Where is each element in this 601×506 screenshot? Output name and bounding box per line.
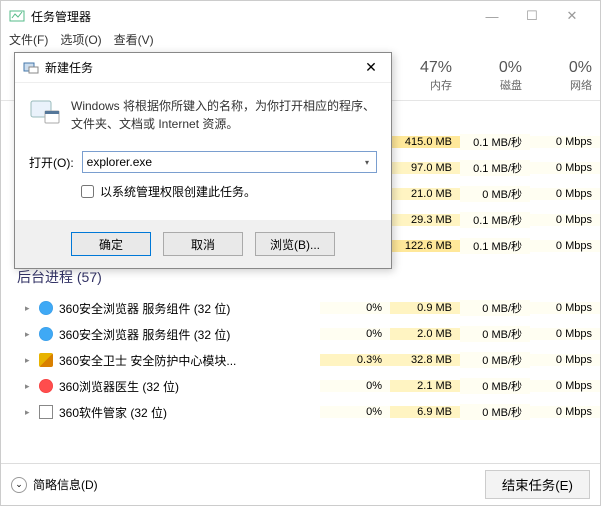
cpu-cell: 0% xyxy=(320,380,390,392)
open-combobox[interactable]: ▾ xyxy=(82,151,377,173)
memory-cell: 97.0 MB xyxy=(390,162,460,174)
table-row[interactable]: ▸360安全卫士 安全防护中心模块...0.3%32.8 MB0 MB/秒0 M… xyxy=(1,347,600,373)
dialog-close-button[interactable]: ✕ xyxy=(359,59,383,76)
new-task-dialog: 新建任务 ✕ Windows 将根据你所键入的名称，为你打开相应的程序、文件夹、… xyxy=(14,52,392,269)
table-row[interactable]: ▸360软件管家 (32 位)0%6.9 MB0 MB/秒0 Mbps xyxy=(1,399,600,425)
expand-icon[interactable]: ▸ xyxy=(25,355,33,366)
disk-cell: 0.1 MB/秒 xyxy=(460,134,530,150)
run-dialog-icon xyxy=(23,60,39,76)
disk-cell: 0.1 MB/秒 xyxy=(460,160,530,176)
disk-cell: 0.1 MB/秒 xyxy=(460,238,530,254)
disk-cell: 0 MB/秒 xyxy=(460,352,530,368)
cpu-cell: 0% xyxy=(320,406,390,418)
disk-header[interactable]: 0% 磁盘 xyxy=(460,51,530,100)
cancel-button[interactable]: 取消 xyxy=(163,232,243,256)
expand-icon[interactable]: ▸ xyxy=(25,407,33,418)
network-cell: 0 Mbps xyxy=(530,380,600,392)
disk-cell: 0 MB/秒 xyxy=(460,326,530,342)
network-cell: 0 Mbps xyxy=(530,354,600,366)
cpu-cell: 0% xyxy=(320,328,390,340)
cpu-cell: 0% xyxy=(320,302,390,314)
network-cell: 0 Mbps xyxy=(530,188,600,200)
process-name: ▸360安全浏览器 服务组件 (32 位) xyxy=(1,300,320,317)
process-icon xyxy=(39,353,53,367)
network-cell: 0 Mbps xyxy=(530,214,600,226)
disk-cell: 0 MB/秒 xyxy=(460,186,530,202)
network-cell: 0 Mbps xyxy=(530,302,600,314)
disk-cell: 0 MB/秒 xyxy=(460,300,530,316)
network-cell: 0 Mbps xyxy=(530,406,600,418)
memory-cell: 2.0 MB xyxy=(390,328,460,340)
dialog-title: 新建任务 xyxy=(45,59,359,76)
minimize-button[interactable]: — xyxy=(472,2,512,30)
memory-cell: 6.9 MB xyxy=(390,406,460,418)
disk-cell: 0 MB/秒 xyxy=(460,404,530,420)
memory-cell: 122.6 MB xyxy=(390,240,460,252)
expand-icon[interactable]: ▸ xyxy=(25,381,33,392)
admin-checkbox[interactable] xyxy=(81,185,94,198)
open-input[interactable] xyxy=(83,152,358,172)
network-cell: 0 Mbps xyxy=(530,162,600,174)
menu-view[interactable]: 查看(V) xyxy=(114,31,154,51)
fewer-details-button[interactable]: ⌄ 简略信息(D) xyxy=(11,476,98,493)
window-title: 任务管理器 xyxy=(31,8,472,25)
table-row[interactable]: ▸360浏览器医生 (32 位)0%2.1 MB0 MB/秒0 Mbps xyxy=(1,373,600,399)
admin-label: 以系统管理权限创建此任务。 xyxy=(100,183,256,200)
menu-options[interactable]: 选项(O) xyxy=(60,31,101,51)
chevron-down-icon: ⌄ xyxy=(11,477,27,493)
footer: ⌄ 简略信息(D) 结束任务(E) xyxy=(1,463,600,505)
network-cell: 0 Mbps xyxy=(530,240,600,252)
process-icon xyxy=(39,379,53,393)
table-row[interactable]: ▸360安全浏览器 服务组件 (32 位)0%2.0 MB0 MB/秒0 Mbp… xyxy=(1,321,600,347)
taskmgr-icon xyxy=(9,8,25,24)
chevron-down-icon[interactable]: ▾ xyxy=(358,152,376,172)
process-icon xyxy=(39,301,53,315)
network-cell: 0 Mbps xyxy=(530,136,600,148)
ok-button[interactable]: 确定 xyxy=(71,232,151,256)
memory-cell: 415.0 MB xyxy=(390,136,460,148)
memory-cell: 21.0 MB xyxy=(390,188,460,200)
expand-icon[interactable]: ▸ xyxy=(25,303,33,314)
expand-icon[interactable]: ▸ xyxy=(25,329,33,340)
memory-cell: 2.1 MB xyxy=(390,380,460,392)
dialog-titlebar: 新建任务 ✕ xyxy=(15,53,391,83)
process-name: ▸360软件管家 (32 位) xyxy=(1,404,320,421)
cpu-cell: 0.3% xyxy=(320,354,390,366)
open-label: 打开(O): xyxy=(29,154,74,171)
process-name: ▸360安全浏览器 服务组件 (32 位) xyxy=(1,326,320,343)
maximize-button[interactable]: ☐ xyxy=(512,2,552,30)
network-header[interactable]: 0% 网络 xyxy=(530,51,600,100)
menu-file[interactable]: 文件(F) xyxy=(9,31,48,51)
process-name: ▸360浏览器医生 (32 位) xyxy=(1,378,320,395)
process-icon xyxy=(39,405,53,419)
disk-cell: 0.1 MB/秒 xyxy=(460,212,530,228)
dialog-buttons: 确定 取消 浏览(B)... xyxy=(15,220,391,268)
memory-cell: 0.9 MB xyxy=(390,302,460,314)
process-icon xyxy=(39,327,53,341)
browse-button[interactable]: 浏览(B)... xyxy=(255,232,335,256)
end-task-button[interactable]: 结束任务(E) xyxy=(485,470,590,499)
titlebar: 任务管理器 — ☐ ✕ xyxy=(1,1,600,31)
memory-header[interactable]: 47% 内存 xyxy=(390,51,460,100)
window-controls: — ☐ ✕ xyxy=(472,2,592,30)
network-cell: 0 Mbps xyxy=(530,328,600,340)
disk-cell: 0 MB/秒 xyxy=(460,378,530,394)
dialog-message: Windows 将根据你所键入的名称，为你打开相应的程序、文件夹、文档或 Int… xyxy=(71,97,377,133)
memory-cell: 29.3 MB xyxy=(390,214,460,226)
close-button[interactable]: ✕ xyxy=(552,2,592,30)
table-row[interactable]: ▸360安全浏览器 服务组件 (32 位)0%0.9 MB0 MB/秒0 Mbp… xyxy=(1,295,600,321)
memory-cell: 32.8 MB xyxy=(390,354,460,366)
menubar: 文件(F) 选项(O) 查看(V) xyxy=(1,31,600,51)
run-icon xyxy=(29,97,61,127)
process-name: ▸360安全卫士 安全防护中心模块... xyxy=(1,352,320,369)
